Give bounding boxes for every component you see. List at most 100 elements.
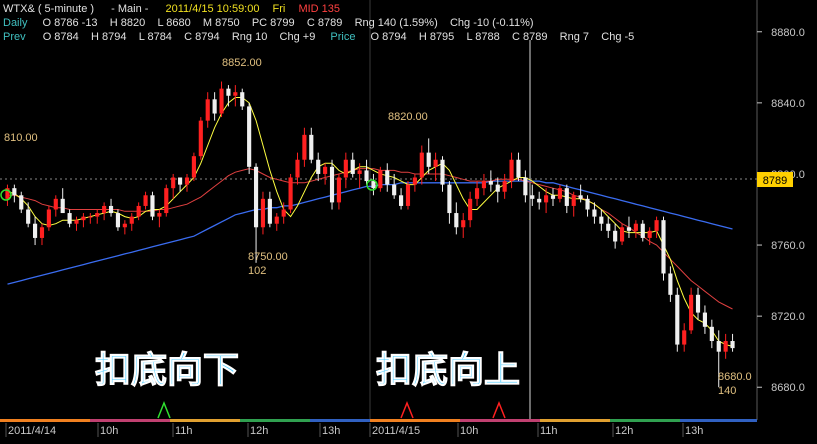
candle-body-94 — [654, 220, 659, 231]
candle-body-37 — [260, 198, 266, 228]
candle-body-88 — [613, 230, 618, 242]
annotation-low1: 8750.00 — [248, 251, 288, 263]
candle-body-79 — [550, 195, 556, 199]
candle-body-90 — [626, 227, 632, 231]
x-tick-label-7: 11h — [540, 425, 558, 437]
candle-body-91 — [633, 223, 638, 231]
x-tick-label-8: 12h — [615, 425, 633, 437]
candle-body-2 — [19, 195, 24, 210]
price-values: O 8794 H 8795 L 8788 C 8789 Rng 7 Chg -5 — [371, 31, 635, 43]
session-bar — [0, 419, 757, 422]
candle-body-105 — [730, 341, 735, 349]
candle-body-87 — [606, 223, 611, 231]
candle-body-44 — [309, 134, 314, 160]
session-seg-2 — [90, 419, 170, 422]
candle-body-103 — [716, 341, 721, 352]
label-deduct-up: 扣底向上 — [376, 350, 520, 391]
candle-body-71 — [495, 184, 500, 192]
candle-body-53 — [371, 181, 376, 189]
session-seg-10 — [680, 419, 757, 422]
candle-body-65 — [454, 213, 459, 228]
x-tick-label-5: 2011/4/15 — [372, 425, 420, 437]
candle-body-95 — [661, 220, 666, 274]
y-tick-label-5: 8880.0 — [771, 27, 805, 39]
candle-body-60 — [419, 152, 424, 178]
candle-body-19 — [136, 205, 141, 217]
session-seg-3 — [170, 419, 240, 422]
candle-body-69 — [481, 181, 487, 189]
candle-body-102 — [709, 326, 714, 342]
header-line-2: Daily O 8786 -13 H 8820 L 8680 M 8750 PC… — [3, 17, 534, 29]
candlestick-chart[interactable]: 8680.08720.08760.08800.08840.08880.0 878… — [0, 0, 817, 439]
candle-body-97 — [675, 294, 680, 345]
candle-body-62 — [433, 159, 438, 167]
candle-body-83 — [578, 195, 583, 199]
candle-body-5 — [39, 227, 45, 238]
candle-body-34 — [240, 92, 245, 107]
session-seg-9 — [610, 419, 680, 422]
price-label: Price — [330, 31, 355, 43]
candle-body-40 — [281, 209, 286, 217]
prev-label: Prev — [3, 31, 26, 43]
chart-svg: 8680.08720.08760.08800.08840.08880.0 878… — [0, 0, 817, 439]
x-tick-label-3: 12h — [250, 425, 268, 437]
candle-body-74 — [516, 159, 521, 178]
y-tick-label-1: 8720.0 — [771, 311, 805, 323]
candle-body-99 — [689, 294, 694, 331]
candle-body-41 — [288, 177, 293, 210]
candle-body-13 — [95, 213, 100, 217]
candle-body-36 — [253, 166, 259, 228]
header-weekday: Fri — [273, 3, 286, 15]
x-tick-label-6: 10h — [460, 425, 478, 437]
candle-body-81 — [564, 188, 569, 206]
prev-values: O 8784 H 8794 L 8784 C 8794 Rng 10 Chg +… — [43, 31, 316, 43]
candle-body-101 — [702, 312, 707, 327]
session-seg-5 — [310, 419, 370, 422]
candle-body-22 — [157, 213, 162, 217]
session-seg-6 — [370, 419, 460, 422]
candle-body-93 — [647, 230, 652, 238]
candle-body-89 — [619, 227, 625, 242]
candle-body-16 — [115, 213, 121, 228]
candle-body-100 — [695, 294, 701, 313]
candle-body-7 — [53, 198, 58, 210]
session-seg-7 — [460, 419, 540, 422]
x-tick-label-0: 2011/4/14 — [8, 425, 56, 437]
candle-body-58 — [405, 184, 411, 206]
candle-body-73 — [509, 159, 514, 182]
candle-body-24 — [171, 177, 176, 189]
annotation-low2-range: 140 — [718, 385, 736, 397]
candle-body-17 — [122, 223, 127, 228]
candle-body-80 — [557, 188, 562, 199]
candle-body-23 — [164, 188, 169, 214]
candle-body-104 — [723, 341, 728, 352]
candle-body-8 — [60, 198, 65, 214]
candle-body-6 — [46, 209, 51, 228]
current-price-tag: 8789 — [763, 175, 787, 187]
y-tick-label-0: 8680.0 — [771, 382, 805, 394]
candle-body-66 — [461, 220, 466, 228]
candle-body-39 — [274, 216, 279, 224]
candle-body-38 — [267, 198, 272, 224]
candle-body-85 — [592, 209, 597, 217]
label-deduct-down: 扣底向下 — [95, 350, 239, 391]
candle-body-70 — [488, 181, 493, 185]
candle-body-42 — [295, 159, 300, 178]
annotation-left-cut: 810.00 — [4, 132, 38, 144]
candle-body-15 — [108, 205, 114, 214]
candle-body-84 — [585, 198, 590, 210]
candle-body-54 — [378, 170, 383, 189]
candle-body-67 — [468, 198, 473, 221]
candle-body-92 — [640, 223, 645, 238]
candle-body-82 — [571, 195, 576, 206]
annotation-high2: 8820.00 — [388, 111, 428, 123]
candle-body-59 — [412, 177, 417, 185]
header-datetime: 2011/4/15 10:59:00 — [165, 3, 259, 15]
session-seg-1 — [0, 419, 90, 422]
candle-body-61 — [426, 152, 431, 167]
session-seg-8 — [540, 419, 610, 422]
candle-body-3 — [26, 209, 31, 224]
y-tick-label-2: 8760.0 — [771, 240, 805, 252]
x-tick-label-4: 13h — [322, 425, 340, 437]
candle-body-31 — [219, 88, 224, 114]
